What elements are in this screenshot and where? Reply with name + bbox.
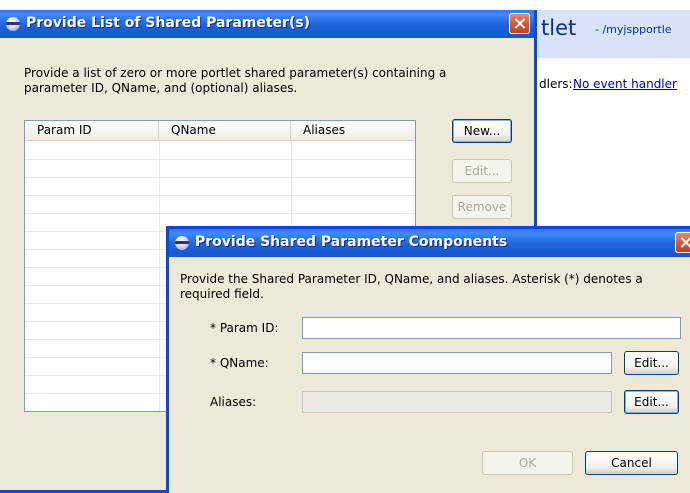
eclipse-icon — [6, 17, 20, 31]
components-dialog-description: Provide the Shared Parameter ID, QName, … — [180, 272, 643, 301]
list-dialog-title: Provide List of Shared Parameter(s) — [26, 15, 311, 31]
event-handler-link[interactable]: No event handler — [573, 77, 677, 91]
shared-parameter-components-dialog: Provide Shared Parameter Components Prov… — [166, 226, 690, 493]
close-icon[interactable] — [675, 232, 690, 253]
qname-input[interactable] — [302, 352, 612, 374]
aliases-edit-button[interactable]: Edit... — [624, 390, 679, 414]
edit-button[interactable]: Edit... — [452, 159, 512, 183]
close-icon[interactable] — [509, 13, 530, 34]
handlers-label: dlers: — [539, 77, 573, 91]
aliases-input[interactable] — [302, 391, 612, 413]
qname-edit-button[interactable]: Edit... — [624, 351, 679, 375]
param-id-label: * Param ID: — [210, 321, 279, 335]
new-button[interactable]: New... — [452, 119, 512, 143]
cancel-button[interactable]: Cancel — [585, 451, 678, 475]
components-dialog-titlebar: Provide Shared Parameter Components — [169, 229, 690, 257]
editor-title: tlet — [541, 16, 577, 40]
column-header-qname[interactable]: QName — [159, 121, 291, 141]
aliases-label: Aliases: — [210, 395, 257, 409]
components-dialog-title: Provide Shared Parameter Components — [195, 234, 508, 250]
eclipse-icon — [175, 236, 189, 250]
column-header-aliases[interactable]: Aliases — [291, 121, 415, 141]
column-header-param-id[interactable]: Param ID — [25, 121, 159, 141]
ok-button[interactable]: OK — [482, 451, 573, 475]
qname-label: * QName: — [210, 356, 269, 370]
list-dialog-titlebar: Provide List of Shared Parameter(s) — [0, 10, 534, 38]
remove-button[interactable]: Remove — [452, 195, 512, 219]
editor-subtitle: - /myjspportle — [595, 23, 672, 36]
param-id-input[interactable] — [302, 317, 681, 339]
list-dialog-description: Provide a list of zero or more portlet s… — [24, 66, 447, 95]
